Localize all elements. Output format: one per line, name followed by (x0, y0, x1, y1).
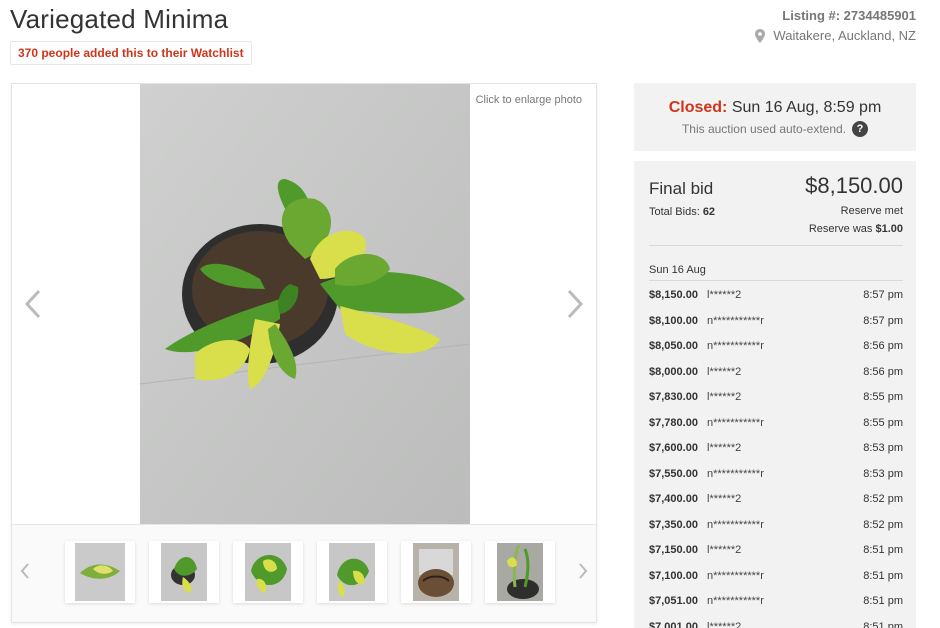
thumbnail-4[interactable] (317, 541, 387, 603)
divider (649, 245, 903, 246)
bid-amount: $7,400.00 (649, 493, 698, 505)
bid-amount: $8,100.00 (649, 314, 698, 327)
location-text: Waitakere, Auckland, NZ (773, 28, 916, 43)
chevron-right-icon[interactable] (578, 563, 588, 579)
divider (649, 280, 903, 281)
thumbnail-strip (12, 524, 596, 622)
bid-user: n***********r (707, 467, 764, 480)
bid-user: n***********r (707, 416, 764, 429)
bid-user: l******2 (707, 493, 742, 505)
reserve-was-label: Reserve was (808, 223, 873, 235)
reserve-was-value: $1.00 (875, 223, 903, 235)
bid-row: $7,550.00 n***********r 8:53 pm (649, 468, 903, 488)
thumbnail-2[interactable] (149, 541, 219, 603)
bid-row: $7,051.00 n***********r 8:51 pm (649, 595, 903, 615)
bid-row: $7,001.00 l******2 8:51 pm (649, 621, 903, 628)
bid-user: n***********r (707, 340, 764, 352)
bid-amount: $7,550.00 (649, 467, 698, 480)
bid-amount: $7,150.00 (649, 544, 698, 556)
thumbnail-6[interactable] (485, 541, 555, 603)
bid-amount: $8,000.00 (649, 365, 698, 378)
enlarge-photo-link[interactable]: Click to enlarge photo (476, 94, 582, 106)
bid-row: $8,150.00 l******2 8:57 pm (649, 289, 903, 309)
listing-number: Listing #: 2734485901 (782, 8, 916, 23)
chevron-left-icon[interactable] (24, 289, 42, 319)
bid-amount: $7,350.00 (649, 518, 698, 531)
bid-user: l******2 (707, 544, 742, 556)
bid-row: $7,830.00 l******2 8:55 pm (649, 391, 903, 411)
total-bids-value: 62 (702, 206, 716, 218)
bid-history-panel: Final bid $8,150.00 Total Bids: 62 Reser… (634, 161, 916, 628)
total-bids-label: Total Bids: (649, 206, 700, 218)
bid-amount: $7,780.00 (649, 416, 698, 429)
bid-time: 8:57 pm (863, 314, 903, 327)
bid-row: $7,100.00 n***********r 8:51 pm (649, 570, 903, 590)
bid-date-header: Sun 16 Aug (649, 264, 706, 276)
final-bid-amount: $8,150.00 (805, 173, 903, 198)
listing-title: Variegated Minima (10, 4, 229, 34)
chevron-left-icon[interactable] (20, 563, 30, 579)
bid-time: 8:51 pm (863, 544, 903, 556)
bid-time: 8:51 pm (863, 620, 903, 628)
bid-time: 8:51 pm (863, 595, 903, 607)
bid-row: $8,100.00 n***********r 8:57 pm (649, 315, 903, 335)
closed-time: Sun 16 Aug, 8:59 pm (731, 99, 882, 116)
bid-user: n***********r (707, 595, 764, 607)
chevron-right-icon[interactable] (566, 289, 584, 319)
reserve-was: Reserve was $1.00 (809, 223, 903, 235)
bid-row: $8,050.00 n***********r 8:56 pm (649, 340, 903, 360)
bid-time: 8:55 pm (863, 391, 903, 403)
bid-time: 8:56 pm (863, 340, 903, 352)
map-pin-icon (755, 28, 766, 43)
plant-photo (140, 84, 470, 524)
bid-time: 8:53 pm (863, 467, 903, 480)
bid-time: 8:55 pm (863, 416, 903, 429)
bid-user: n***********r (707, 518, 764, 531)
bid-row: $7,150.00 l******2 8:51 pm (649, 544, 903, 564)
bid-amount: $7,100.00 (649, 569, 698, 582)
bid-amount: $7,600.00 (649, 442, 698, 454)
bid-user: l******2 (707, 442, 742, 454)
bid-time: 8:53 pm (863, 442, 903, 454)
bid-user: l******2 (707, 620, 742, 628)
bid-user: l******2 (707, 289, 742, 301)
bid-time: 8:52 pm (863, 518, 903, 531)
bid-amount: $8,050.00 (649, 340, 698, 352)
closed-line: Closed: Sun 16 Aug, 8:59 pm (634, 99, 916, 117)
bid-time: 8:56 pm (863, 365, 903, 378)
bid-amount: $7,830.00 (649, 391, 698, 403)
thumbnail-1[interactable] (65, 541, 135, 603)
question-circle-icon[interactable]: ? (852, 121, 869, 137)
thumbnail-3[interactable] (233, 541, 303, 603)
thumbnail-5[interactable] (401, 541, 471, 603)
bid-time: 8:57 pm (863, 289, 903, 301)
bid-row: $7,400.00 l******2 8:52 pm (649, 493, 903, 513)
location: Waitakere, Auckland, NZ (755, 28, 916, 43)
photo-gallery: Click to enlarge photo (11, 83, 597, 623)
auto-extend-note: This auction used auto-extend. ? (634, 121, 916, 137)
bid-amount: $7,051.00 (649, 595, 698, 607)
bid-amount: $8,150.00 (649, 289, 698, 301)
bid-time: 8:51 pm (863, 569, 903, 582)
bid-user: n***********r (707, 314, 764, 327)
bid-amount: $7,001.00 (649, 620, 698, 628)
bid-user: l******2 (707, 391, 742, 403)
bid-row: $8,000.00 l******2 8:56 pm (649, 366, 903, 386)
watchlist-count: 370 people added this to their Watchlist (10, 41, 252, 65)
bid-user: l******2 (707, 365, 742, 378)
main-photo[interactable] (140, 84, 470, 524)
closed-label: Closed: (668, 99, 728, 116)
reserve-met: Reserve met (840, 205, 903, 217)
bid-row: $7,350.00 n***********r 8:52 pm (649, 519, 903, 539)
bid-row: $7,780.00 n***********r 8:55 pm (649, 417, 903, 437)
auction-status-panel: Closed: Sun 16 Aug, 8:59 pm This auction… (634, 83, 916, 151)
bid-time: 8:52 pm (863, 493, 903, 505)
final-bid-label: Final bid (649, 179, 714, 198)
auto-extend-text: This auction used auto-extend. (681, 122, 847, 136)
bid-user: n***********r (707, 569, 764, 582)
total-bids: Total Bids: 62 (649, 206, 715, 218)
bid-row: $7,600.00 l******2 8:53 pm (649, 442, 903, 462)
